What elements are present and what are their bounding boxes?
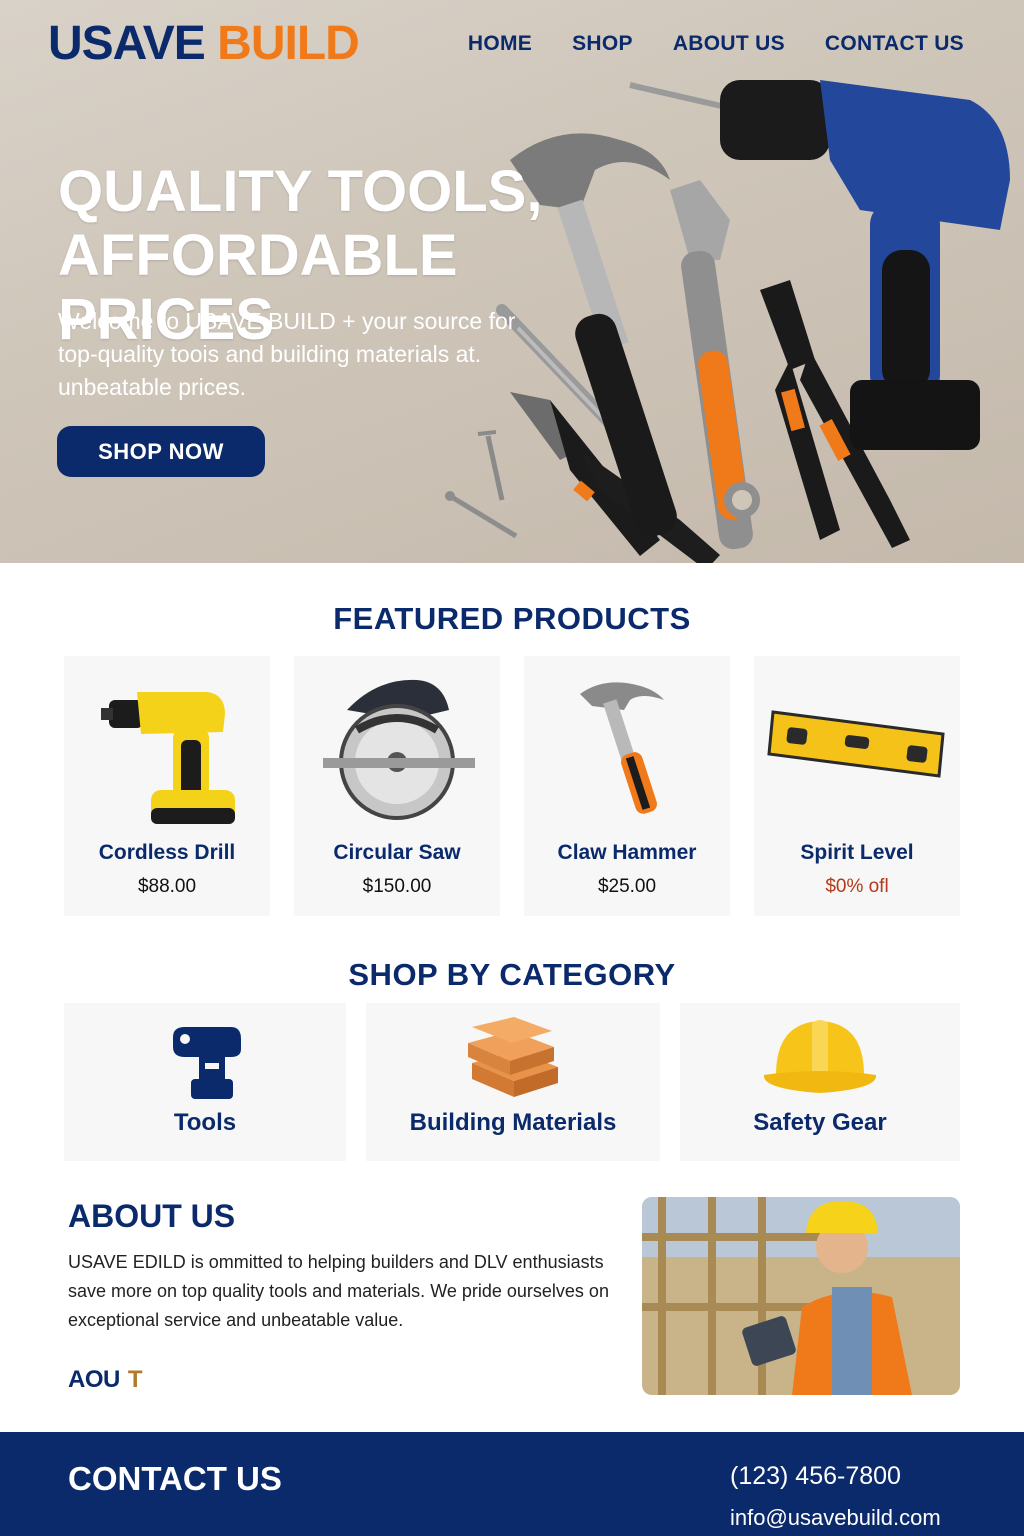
product-price: $88.00: [137, 876, 197, 897]
screw-icon: [445, 491, 518, 539]
category-card-building-materials[interactable]: Building Materials: [366, 1003, 660, 1161]
category-name: Tools: [173, 1109, 237, 1136]
hard-hat-icon: [763, 1020, 877, 1093]
product-name: Cordless Drill: [98, 841, 236, 864]
category-name: Building Materials: [409, 1109, 617, 1136]
nav-home-link[interactable]: HOME: [468, 32, 532, 56]
nav-shop-link[interactable]: SHOP: [572, 32, 633, 56]
nail-icon: [477, 430, 505, 501]
contact-us-title: CONTACT US: [68, 1460, 282, 1497]
construction-worker-photo: [642, 1197, 960, 1395]
wrench-icon: [670, 180, 760, 550]
hero-title-line1: QUALITY TOOLS,: [58, 159, 543, 224]
product-card-spirit-level[interactable]: Spirit Level $0% ofl: [754, 656, 960, 916]
hero-banner: USAVE BUILD HOME SHOP ABOUT US CONTACT U…: [0, 0, 1024, 563]
brand-logo-part1: USAVE: [48, 17, 206, 70]
category-name: Safety Gear: [753, 1109, 887, 1136]
featured-products-grid: Cordless Drill $88.00 Circular Saw $150.…: [64, 656, 960, 916]
shop-by-category-title: SHOP BY CATEGORY: [348, 957, 676, 992]
about-logo-mark: AOU T: [68, 1366, 143, 1394]
contact-phone[interactable]: (123) 456-7800: [730, 1462, 901, 1491]
product-price: $150.00: [362, 876, 432, 897]
category-card-safety-gear[interactable]: Safety Gear: [680, 1003, 960, 1161]
product-name: Claw Hammer: [557, 841, 697, 864]
contact-email[interactable]: info@usavebuild.com: [730, 1505, 941, 1531]
spirit-level-icon: [767, 710, 945, 778]
category-card-tools[interactable]: Tools: [64, 1003, 346, 1161]
about-us-text: USAVE EDILD is ommitted to helping build…: [68, 1252, 609, 1330]
product-name: Spirit Level: [800, 841, 914, 864]
category-grid: Tools Building Materials Safety Gear: [64, 1003, 960, 1161]
about-mark-right: T: [127, 1366, 143, 1393]
product-card-circular-saw[interactable]: Circular Saw $150.00: [294, 656, 500, 916]
nav-about-link[interactable]: ABOUT US: [673, 32, 785, 56]
brand-logo[interactable]: USAVE BUILD: [48, 16, 360, 71]
about-us-title: ABOUT US: [68, 1198, 236, 1234]
lumber-icon: [468, 1017, 558, 1097]
drill-icon: [173, 1027, 241, 1099]
product-name: Circular Saw: [333, 841, 461, 864]
product-price: $25.00: [597, 876, 657, 897]
about-mark-left: AOU: [68, 1366, 120, 1393]
cordless-drill-icon: [101, 692, 235, 824]
contact-footer: CONTACT US (123) 456-7800 info@usavebuil…: [0, 1432, 1024, 1536]
shop-now-button[interactable]: SHOP NOW: [57, 426, 265, 477]
worker-illustration: [642, 1197, 960, 1395]
main-nav: HOME SHOP ABOUT US CONTACT US: [468, 32, 964, 56]
circular-saw-icon: [323, 679, 475, 820]
product-price: $0% ofl: [825, 876, 889, 897]
product-card-claw-hammer[interactable]: Claw Hammer $25.00: [524, 656, 730, 916]
featured-products-title: FEATURED PRODUCTS: [333, 601, 691, 636]
brand-logo-part2: BUILD: [217, 17, 360, 70]
hero-subtitle: Welcome to USAVE BUILD + your source for…: [58, 308, 516, 400]
nav-contact-link[interactable]: CONTACT US: [825, 32, 964, 56]
product-card-cordless-drill[interactable]: Cordless Drill $88.00: [64, 656, 270, 916]
claw-hammer-icon: [580, 682, 664, 814]
